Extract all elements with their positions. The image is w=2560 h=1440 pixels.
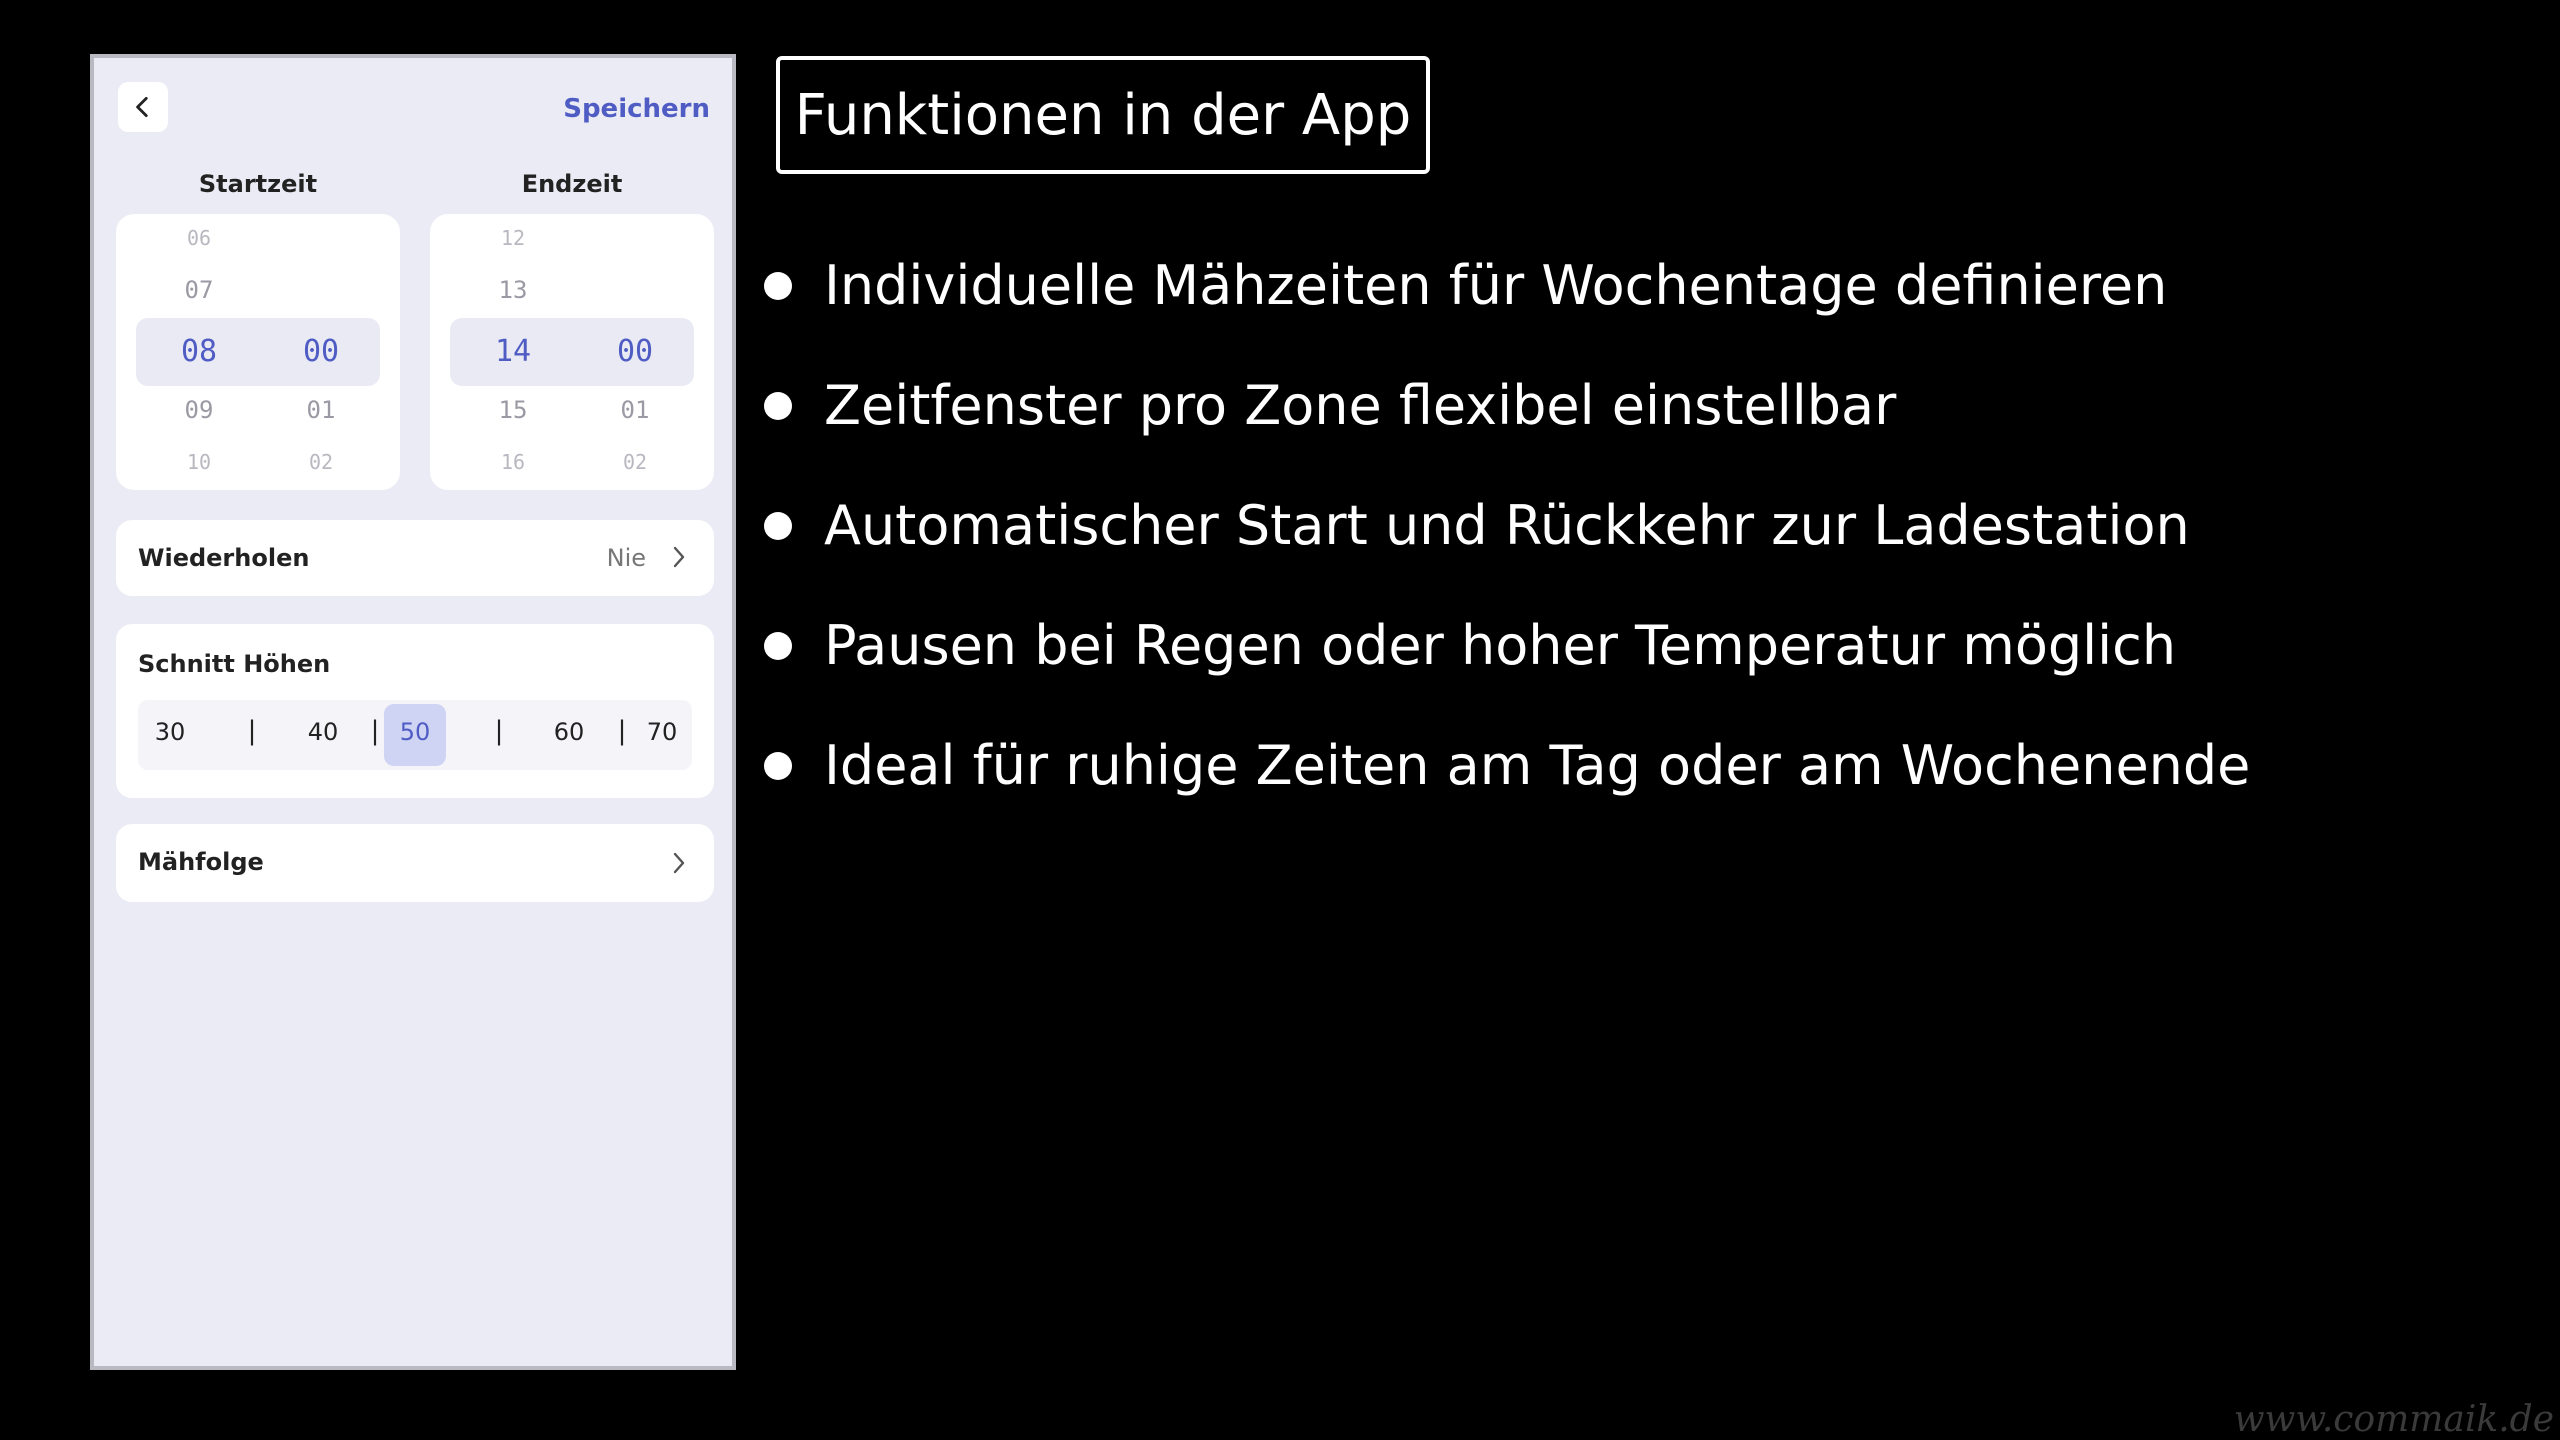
hour-option[interactable]: 16 bbox=[468, 450, 558, 474]
start-time-label: Startzeit bbox=[198, 170, 318, 198]
chevron-right-icon bbox=[673, 546, 685, 568]
back-button[interactable] bbox=[118, 82, 168, 132]
hour-option[interactable]: 13 bbox=[468, 276, 558, 304]
hour-option[interactable]: 06 bbox=[154, 226, 244, 250]
minute-option[interactable]: 01 bbox=[276, 396, 366, 424]
separator: | bbox=[247, 716, 257, 746]
slide-title-box: Funktionen in der App bbox=[776, 56, 1430, 174]
cut-height-label: Schnitt Höhen bbox=[138, 650, 331, 678]
bullet-text: Ideal für ruhige Zeiten am Tag oder am W… bbox=[824, 734, 2251, 797]
start-time-picker[interactable]: 06 07 08 09 10 00 01 02 bbox=[116, 214, 400, 490]
hour-option[interactable]: 09 bbox=[154, 396, 244, 424]
cut-height-selector[interactable]: 30 | 40 | 50 | 60 | 70 bbox=[138, 700, 692, 770]
separator: | bbox=[494, 716, 504, 746]
cut-height-option[interactable]: 30 bbox=[140, 718, 200, 746]
mow-order-label: Mähfolge bbox=[138, 848, 264, 876]
repeat-label: Wiederholen bbox=[138, 544, 310, 572]
separator: | bbox=[617, 716, 627, 746]
bullet-dot-icon bbox=[764, 632, 792, 660]
minute-selected[interactable]: 00 bbox=[276, 334, 366, 369]
minute-selected[interactable]: 00 bbox=[590, 334, 680, 369]
hour-selected[interactable]: 14 bbox=[468, 334, 558, 369]
minute-option[interactable]: 02 bbox=[276, 450, 366, 474]
repeat-value: Nie bbox=[606, 544, 646, 572]
hour-selected[interactable]: 08 bbox=[154, 334, 244, 369]
repeat-row[interactable]: Wiederholen Nie bbox=[116, 520, 714, 596]
save-button[interactable]: Speichern bbox=[563, 94, 710, 124]
cut-height-card: Schnitt Höhen 30 | 40 | 50 | 60 | 70 bbox=[116, 624, 714, 798]
bullet-dot-icon bbox=[764, 752, 792, 780]
mow-order-row[interactable]: Mähfolge bbox=[116, 824, 714, 902]
slide-title: Funktionen in der App bbox=[794, 82, 1412, 148]
cut-height-option-selected[interactable]: 50 bbox=[385, 718, 445, 746]
bullet-dot-icon bbox=[764, 512, 792, 540]
end-time-picker[interactable]: 12 13 14 15 16 00 01 02 bbox=[430, 214, 714, 490]
hour-option[interactable]: 10 bbox=[154, 450, 244, 474]
hour-option[interactable]: 15 bbox=[468, 396, 558, 424]
bullet-dot-icon bbox=[764, 272, 792, 300]
watermark: www.commaik.de bbox=[2233, 1399, 2554, 1440]
app-screenshot: Speichern Startzeit Endzeit 06 07 08 09 … bbox=[90, 54, 736, 1370]
bullet-text: Pausen bei Regen oder hoher Temperatur m… bbox=[824, 614, 2177, 677]
end-time-label: Endzeit bbox=[521, 170, 623, 198]
cut-height-option[interactable]: 40 bbox=[293, 718, 353, 746]
bullet-text: Automatischer Start und Rückkehr zur Lad… bbox=[824, 494, 2190, 557]
cut-height-option[interactable]: 70 bbox=[632, 718, 692, 746]
chevron-right-icon bbox=[673, 852, 685, 874]
bullet-text: Individuelle Mähzeiten für Wochentage de… bbox=[824, 254, 2168, 317]
bullet-dot-icon bbox=[764, 392, 792, 420]
minute-option[interactable]: 02 bbox=[590, 450, 680, 474]
minute-option[interactable]: 01 bbox=[590, 396, 680, 424]
cut-height-option[interactable]: 60 bbox=[539, 718, 599, 746]
chevron-left-icon bbox=[136, 96, 148, 118]
separator: | bbox=[370, 716, 380, 746]
bullet-text: Zeitfenster pro Zone flexibel einstellba… bbox=[824, 374, 1897, 437]
hour-option[interactable]: 07 bbox=[154, 276, 244, 304]
hour-option[interactable]: 12 bbox=[468, 226, 558, 250]
